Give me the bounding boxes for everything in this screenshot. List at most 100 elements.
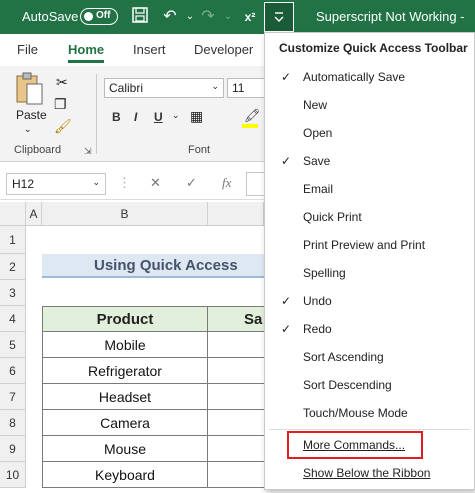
customize-qat-button[interactable] bbox=[264, 2, 294, 32]
row-header[interactable]: 3 bbox=[0, 280, 26, 306]
product-cell: Camera bbox=[100, 415, 150, 431]
menu-item-label: New bbox=[303, 98, 328, 112]
tab-file[interactable]: File bbox=[17, 42, 38, 57]
function-icon[interactable]: fx bbox=[222, 175, 231, 191]
borders-icon[interactable]: ▦ bbox=[190, 108, 203, 125]
chevron-down-icon: ⌄ bbox=[211, 81, 219, 91]
tab-insert[interactable]: Insert bbox=[133, 42, 166, 57]
sales-cell[interactable] bbox=[207, 410, 265, 436]
font-name-select[interactable]: Calibri ⌄ bbox=[104, 78, 224, 98]
table-row[interactable]: Headset bbox=[42, 384, 208, 410]
sheet-title: Using Quick Access bbox=[94, 257, 238, 274]
row-header[interactable]: 6 bbox=[0, 358, 26, 384]
row-header[interactable]: 10 bbox=[0, 462, 26, 488]
menu-item-label: Email bbox=[303, 182, 334, 196]
underline-button[interactable]: U bbox=[154, 110, 163, 124]
confirm-icon[interactable]: ✓ bbox=[186, 175, 197, 191]
underline-dropdown-icon[interactable]: ⌄ bbox=[172, 110, 180, 121]
menu-item-new[interactable]: New bbox=[265, 91, 474, 119]
check-icon: ✓ bbox=[280, 294, 292, 308]
sales-cell[interactable] bbox=[207, 332, 265, 358]
chevron-down-icon bbox=[274, 12, 284, 22]
name-box-value: H12 bbox=[12, 177, 35, 191]
group-divider bbox=[96, 74, 97, 154]
font-size-select[interactable]: 11 bbox=[227, 78, 265, 98]
product-cell: Keyboard bbox=[95, 467, 155, 483]
menu-item-open[interactable]: Open bbox=[265, 119, 474, 147]
select-all-corner[interactable] bbox=[0, 202, 26, 226]
customize-qat-menu: Customize Quick Access Toolbar ✓ Automati… bbox=[264, 32, 475, 490]
menu-item-redo[interactable]: ✓ Redo bbox=[265, 315, 474, 343]
sales-cell[interactable] bbox=[207, 384, 265, 410]
menu-item-automatically-save[interactable]: ✓ Automatically Save bbox=[265, 63, 474, 91]
format-painter-icon[interactable]: 🖌 bbox=[54, 118, 72, 135]
chevron-down-icon: ⌄ bbox=[92, 177, 100, 187]
menu-item-spelling[interactable]: Spelling bbox=[265, 259, 474, 287]
menu-header: Customize Quick Access Toolbar bbox=[279, 41, 468, 55]
menu-item-show-below-ribbon[interactable]: Show Below the Ribbon bbox=[265, 459, 474, 487]
copy-icon[interactable]: ❐ bbox=[54, 96, 67, 113]
menu-item-touch-mouse-mode[interactable]: Touch/Mouse Mode bbox=[265, 399, 474, 427]
table-row[interactable]: Camera bbox=[42, 410, 208, 436]
tab-developer[interactable]: Developer bbox=[194, 42, 253, 57]
clipboard-launcher-icon[interactable]: ⇲ bbox=[84, 146, 92, 157]
menu-item-quick-print[interactable]: Quick Print bbox=[265, 203, 474, 231]
superscript-icon[interactable]: x² bbox=[240, 7, 260, 27]
undo-icon[interactable]: ↶ bbox=[160, 7, 180, 27]
toggle-knob bbox=[84, 12, 93, 21]
menu-item-label: Touch/Mouse Mode bbox=[303, 406, 408, 420]
paste-dropdown-icon[interactable]: ⌄ bbox=[24, 124, 32, 135]
window-title: Superscript Not Working - bbox=[316, 9, 465, 24]
paste-icon[interactable] bbox=[14, 72, 44, 108]
table-row[interactable]: Mobile bbox=[42, 332, 208, 358]
sales-cell[interactable] bbox=[207, 462, 265, 488]
cancel-icon[interactable]: ✕ bbox=[150, 175, 161, 191]
row-header[interactable]: 5 bbox=[0, 332, 26, 358]
paste-label[interactable]: Paste bbox=[16, 108, 47, 122]
column-header-a[interactable]: A bbox=[26, 202, 42, 226]
column-header-b[interactable]: B bbox=[42, 202, 208, 226]
header-product-label: Product bbox=[96, 311, 154, 328]
menu-item-undo[interactable]: ✓ Undo bbox=[265, 287, 474, 315]
name-box[interactable]: H12 ⌄ bbox=[6, 173, 106, 195]
font-size-value: 11 bbox=[232, 81, 245, 95]
table-row[interactable]: Refrigerator bbox=[42, 358, 208, 384]
menu-item-sort-ascending[interactable]: Sort Ascending bbox=[265, 343, 474, 371]
menu-item-print-preview[interactable]: Print Preview and Print bbox=[265, 231, 474, 259]
fill-color-icon[interactable]: 🖍 bbox=[244, 108, 261, 124]
menu-item-sort-descending[interactable]: Sort Descending bbox=[265, 371, 474, 399]
sales-cell[interactable] bbox=[207, 436, 265, 462]
row-header[interactable]: 8 bbox=[0, 410, 26, 436]
redo-icon[interactable]: ↷ bbox=[198, 7, 218, 27]
formula-input[interactable] bbox=[246, 172, 266, 196]
bold-button[interactable]: B bbox=[112, 110, 121, 124]
cut-icon[interactable]: ✂ bbox=[56, 74, 68, 91]
header-cell-product[interactable]: Product bbox=[42, 306, 208, 332]
title-cell[interactable]: Using Quick Access bbox=[42, 254, 264, 278]
italic-button[interactable]: I bbox=[134, 110, 137, 124]
menu-item-email[interactable]: Email bbox=[265, 175, 474, 203]
check-icon: ✓ bbox=[280, 322, 292, 336]
header-cell-sales[interactable]: Sa bbox=[207, 306, 265, 332]
save-icon[interactable] bbox=[130, 7, 150, 27]
redo-dropdown-icon[interactable]: ⌄ bbox=[218, 7, 238, 27]
row-header[interactable]: 7 bbox=[0, 384, 26, 410]
menu-item-label: Open bbox=[303, 126, 333, 140]
menu-item-label: Print Preview and Print bbox=[303, 238, 426, 252]
row-header[interactable]: 9 bbox=[0, 436, 26, 462]
autosave-toggle[interactable]: Off bbox=[80, 8, 118, 25]
check-icon: ✓ bbox=[280, 70, 292, 84]
row-header[interactable]: 4 bbox=[0, 306, 26, 332]
row-header[interactable]: 1 bbox=[0, 226, 26, 254]
autosave-label: AutoSave bbox=[22, 9, 79, 24]
table-row[interactable]: Keyboard bbox=[42, 462, 208, 488]
row-header[interactable]: 2 bbox=[0, 254, 26, 280]
column-header-c[interactable] bbox=[208, 202, 264, 226]
undo-dropdown-icon[interactable]: ⌄ bbox=[180, 7, 200, 27]
product-cell: Mobile bbox=[104, 337, 146, 353]
tab-home[interactable]: Home bbox=[68, 42, 105, 63]
font-group-label: Font bbox=[188, 144, 211, 156]
sales-cell[interactable] bbox=[207, 358, 265, 384]
menu-item-save[interactable]: ✓ Save bbox=[265, 147, 474, 175]
table-row[interactable]: Mouse bbox=[42, 436, 208, 462]
